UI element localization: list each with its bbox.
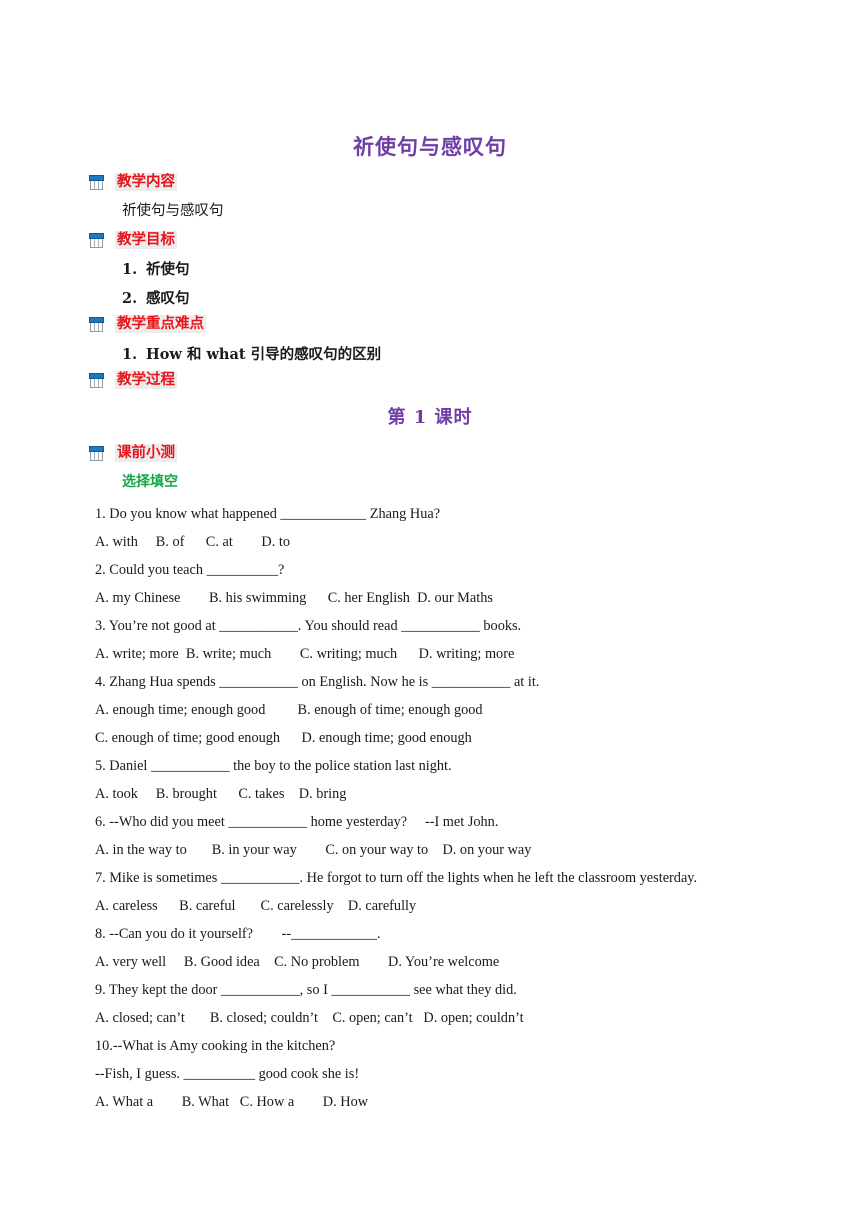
difficulty-item-1-number: 1.: [122, 346, 138, 363]
section-header-key-difficulties: 教学重点难点: [88, 314, 206, 334]
quiz-line: A. very well B. Good idea C. No problem …: [95, 954, 500, 970]
section-label: 课前小测: [115, 443, 177, 463]
section-label: 教学重点难点: [115, 314, 206, 334]
quiz-line: --Fish, I guess. __________ good cook sh…: [95, 1066, 360, 1082]
box-bullet-icon: [88, 316, 105, 333]
quiz-line: A. in the way to B. in your way C. on yo…: [95, 842, 532, 858]
page-title: 祈使句与感叹句: [353, 134, 507, 159]
quiz-line: A. write; more B. write; much C. writing…: [95, 646, 515, 662]
quiz-line: A. careless B. careful C. carelessly D. …: [95, 898, 417, 914]
section-header-pre-class-quiz: 课前小测: [88, 443, 177, 463]
quiz-line: 4. Zhang Hua spends ___________ on Engli…: [95, 674, 540, 690]
session-title: 第 1 课时: [387, 407, 473, 428]
quiz-line: 7. Mike is sometimes ___________. He for…: [95, 870, 698, 886]
quiz-line: A. my Chinese B. his swimming C. her Eng…: [95, 590, 493, 606]
goal-item-2-label: 感叹句: [146, 290, 190, 307]
quiz-subheading: 选择填空: [122, 474, 178, 490]
quiz-line: A. with B. of C. at D. to: [95, 534, 290, 550]
quiz-line: 1. Do you know what happened ___________…: [95, 506, 441, 522]
quiz-line: 10.--What is Amy cooking in the kitchen?: [95, 1038, 336, 1054]
goal-item-2-number: 2.: [122, 290, 138, 307]
goal-item-1: 1. 祈使句: [122, 258, 190, 279]
quiz-line: 8. --Can you do it yourself? --_________…: [95, 926, 381, 942]
difficulty-item-1-label: How 和 what 引导的感叹句的区别: [146, 346, 382, 363]
goal-item-2: 2. 感叹句: [122, 287, 190, 308]
section-label: 教学目标: [115, 230, 177, 250]
box-bullet-icon: [88, 445, 105, 462]
section-header-teaching-content: 教学内容: [88, 172, 177, 192]
quiz-line: 2. Could you teach __________?: [95, 562, 285, 578]
quiz-line: 6. --Who did you meet ___________ home y…: [95, 814, 499, 830]
quiz-line: 9. They kept the door ___________, so I …: [95, 982, 517, 998]
quiz-body: 1. Do you know what happened ___________…: [95, 500, 815, 1116]
quiz-line: A. closed; can’t B. closed; couldn’t C. …: [95, 1010, 524, 1026]
difficulty-item-1: 1. How 和 what 引导的感叹句的区别: [122, 343, 381, 364]
quiz-line: A. took B. brought C. takes D. bring: [95, 786, 347, 802]
document-page: 祈使句与感叹句 教学内容 祈使句与感叹句 教学目标 1. 祈使句 2. 感叹句 教学…: [0, 0, 860, 1216]
box-bullet-icon: [88, 232, 105, 249]
section-header-teaching-process: 教学过程: [88, 370, 177, 390]
goal-item-1-number: 1.: [122, 261, 138, 278]
section-label: 教学过程: [115, 370, 177, 390]
quiz-line: A. enough time; enough good B. enough of…: [95, 702, 483, 718]
box-bullet-icon: [88, 372, 105, 389]
section-label: 教学内容: [115, 172, 177, 192]
section-header-teaching-goals: 教学目标: [88, 230, 177, 250]
box-bullet-icon: [88, 174, 105, 191]
quiz-line: C. enough of time; good enough D. enough…: [95, 730, 472, 746]
quiz-line: 3. You’re not good at ___________. You s…: [95, 618, 522, 634]
quiz-line: A. What a B. What C. How a D. How: [95, 1094, 369, 1110]
quiz-line: 5. Daniel ___________ the boy to the pol…: [95, 758, 452, 774]
goal-item-1-label: 祈使句: [146, 261, 190, 278]
teaching-content-text: 祈使句与感叹句: [122, 203, 224, 219]
